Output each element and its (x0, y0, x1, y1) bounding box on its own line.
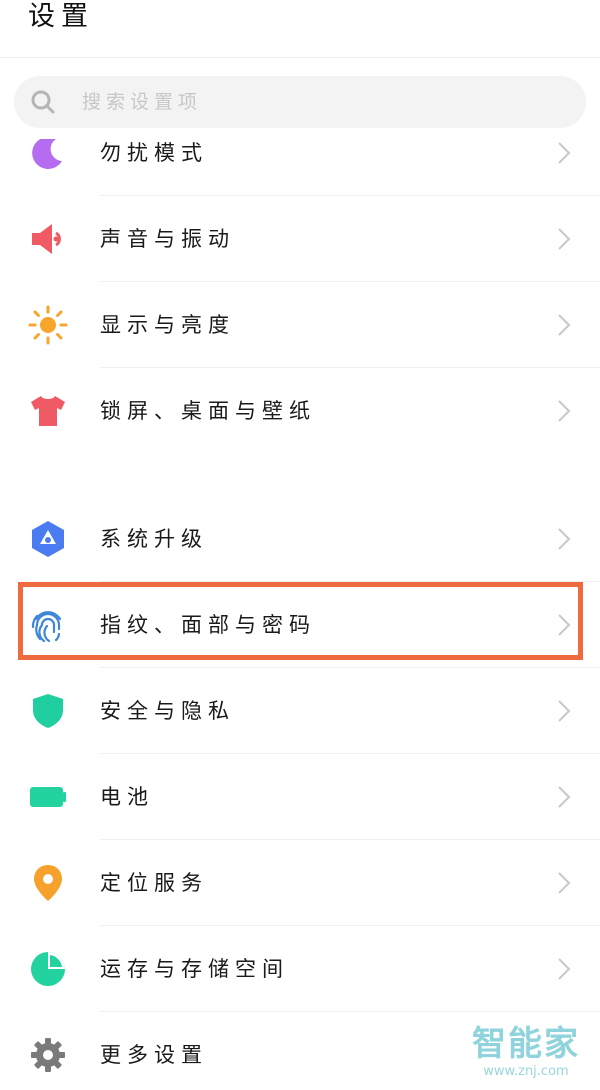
settings-item-label: 定位服务 (100, 871, 208, 895)
chevron-right-icon (556, 399, 572, 423)
speaker-icon (28, 219, 68, 259)
settings-item-label: 运存与存储空间 (100, 957, 289, 981)
settings-item-label: 系统升级 (100, 527, 208, 551)
page-title: 设置 (28, 1, 94, 32)
battery-icon (28, 777, 68, 817)
settings-item-label: 安全与隐私 (100, 699, 235, 723)
chevron-right-icon (556, 141, 572, 165)
settings-item-label: 声音与振动 (100, 227, 235, 251)
settings-item-fingerprint-face-password[interactable]: 指纹、面部与密码 (0, 582, 600, 668)
shield-icon (28, 691, 68, 731)
location-pin-icon (28, 863, 68, 903)
sun-icon (28, 305, 68, 345)
pie-chart-icon (28, 949, 68, 989)
settings-item-label: 勿扰模式 (100, 141, 208, 165)
watermark-url: www.znj.com (483, 1064, 569, 1079)
chevron-right-icon (556, 613, 572, 637)
settings-item-battery[interactable]: 电池 (0, 754, 600, 840)
settings-list: 勿扰模式 声音与振动 显示与亮度 锁屏、桌面与壁纸 系统升级 指纹、面部与密码 … (0, 0, 600, 1090)
moon-icon (28, 133, 68, 173)
settings-item-label: 更多设置 (100, 1043, 208, 1067)
settings-item-memory-storage[interactable]: 运存与存储空间 (0, 926, 600, 1012)
settings-item-system-upgrade[interactable]: 系统升级 (0, 496, 600, 582)
chevron-right-icon (556, 699, 572, 723)
title-bar: 设置 (0, 0, 600, 58)
settings-item-display-brightness[interactable]: 显示与亮度 (0, 282, 600, 368)
gear-icon (28, 1035, 68, 1075)
chevron-right-icon (556, 871, 572, 895)
settings-item-label: 显示与亮度 (100, 313, 235, 337)
fingerprint-icon (28, 605, 68, 645)
settings-item-location-services[interactable]: 定位服务 (0, 840, 600, 926)
settings-item-lockscreen-wallpaper[interactable]: 锁屏、桌面与壁纸 (0, 368, 600, 454)
watermark: 智能家 www.znj.com (466, 1024, 586, 1080)
upgrade-icon (28, 519, 68, 559)
chevron-right-icon (556, 313, 572, 337)
settings-item-label: 锁屏、桌面与壁纸 (100, 399, 316, 423)
chevron-right-icon (556, 527, 572, 551)
settings-item-sound-vibration[interactable]: 声音与振动 (0, 196, 600, 282)
search-placeholder: 搜索设置项 (82, 91, 203, 113)
tshirt-icon (28, 391, 68, 431)
settings-item-security-privacy[interactable]: 安全与隐私 (0, 668, 600, 754)
settings-item-label: 指纹、面部与密码 (100, 613, 316, 637)
search-input[interactable]: 搜索设置项 (14, 76, 586, 128)
search-icon (30, 89, 56, 115)
watermark-text: 智能家 (472, 1024, 580, 1064)
chevron-right-icon (556, 227, 572, 251)
settings-item-label: 电池 (100, 785, 154, 809)
chevron-right-icon (556, 785, 572, 809)
chevron-right-icon (556, 957, 572, 981)
